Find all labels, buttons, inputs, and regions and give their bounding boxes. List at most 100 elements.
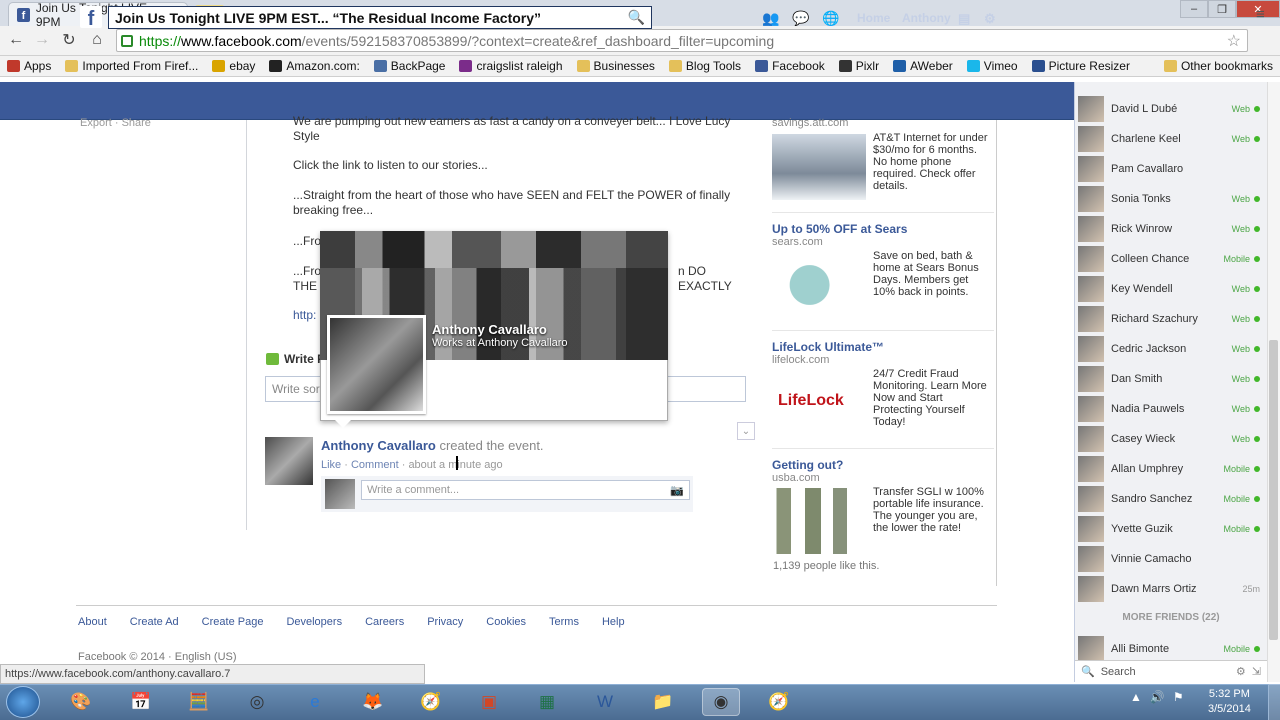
show-hidden-icons-icon[interactable]: ▲ (1130, 690, 1142, 704)
bookmark-item[interactable]: Apps (0, 59, 58, 73)
safari-icon[interactable]: 🧭 (760, 688, 798, 716)
bookmark-item[interactable]: ebay (205, 59, 262, 73)
internet-explorer-icon[interactable]: e (296, 688, 334, 716)
usba-ad-image[interactable] (772, 488, 866, 554)
chat-friend[interactable]: Nadia Pauwels Web (1078, 396, 1264, 422)
chat-friend[interactable]: Dan Smith Web (1078, 366, 1264, 392)
chat-friend[interactable]: Sandro Sanchez Mobile (1078, 486, 1264, 512)
maximize-button[interactable]: ❐ (1208, 0, 1236, 18)
chat-options-gear-icon[interactable]: ⚙ (1236, 665, 1246, 678)
bookmark-item[interactable]: Pixlr (832, 59, 886, 73)
chat-friend[interactable]: Vinnie Camacho (1078, 546, 1264, 572)
media-icon[interactable]: ◎ (238, 688, 276, 716)
chat-friend[interactable]: Sonia Tonks Web (1078, 186, 1264, 212)
chrome-menu-icon[interactable]: ≡ (1256, 6, 1265, 23)
friend-requests-icon[interactable]: 👥 (762, 10, 779, 27)
chat-friend[interactable]: Yvette Guzik Mobile (1078, 516, 1264, 542)
chat-scrollbar-thumb[interactable] (1269, 340, 1278, 640)
sears-ad-title[interactable]: Up to 50% OFF at Sears (772, 222, 994, 236)
att-ad-image[interactable] (772, 134, 866, 200)
start-button[interactable] (6, 686, 40, 718)
camera-icon[interactable]: 📷 (670, 484, 684, 497)
calendar-icon[interactable]: 📅 (122, 688, 160, 716)
bookmark-item[interactable]: Businesses (570, 59, 662, 73)
chat-friend[interactable]: Key Wendell Web (1078, 276, 1264, 302)
bookmark-item[interactable]: Blog Tools (662, 59, 748, 73)
chat-friend[interactable]: Rick Winrow Web (1078, 216, 1264, 242)
usba-ad-text[interactable]: Transfer SGLI w 100% portable life insur… (873, 486, 993, 534)
chat-friend[interactable]: Casey Wieck Web (1078, 426, 1264, 452)
export-share-links[interactable]: Export · Share (80, 117, 151, 129)
footer-link[interactable]: Create Ad (130, 616, 179, 628)
chat-friend[interactable]: Colleen Chance Mobile (1078, 246, 1264, 272)
facebook-logo-icon[interactable]: f (80, 6, 102, 29)
footer-link[interactable]: Careers (365, 616, 404, 628)
powerpoint-icon[interactable]: ▣ (470, 688, 508, 716)
activity-author-link[interactable]: Anthony Cavallaro (321, 438, 436, 453)
chat-search-input[interactable]: 🔍 Search ⚙ ⇲ (1075, 660, 1267, 682)
chat-friend[interactable]: Charlene Keel Web (1078, 126, 1264, 152)
show-desktop-button[interactable] (1268, 684, 1280, 720)
lifelock-ad-text[interactable]: 24/7 Credit Fraud Monitoring. Learn More… (873, 368, 993, 428)
messages-icon[interactable]: 💬 (792, 10, 809, 27)
bookmark-item[interactable]: Facebook (748, 59, 832, 73)
bookmark-item[interactable]: Vimeo (960, 59, 1025, 73)
paint-icon[interactable]: 🎨 (62, 688, 100, 716)
taskbar-clock[interactable]: 5:32 PM 3/5/2014 (1208, 687, 1251, 717)
bookmark-star-icon[interactable]: ☆ (1227, 31, 1241, 51)
lifelock-logo[interactable]: LifeLock (778, 392, 844, 410)
address-bar[interactable]: https://www.facebook.com/events/59215837… (116, 29, 1248, 52)
chevron-down-icon[interactable]: ⌄ (737, 422, 755, 440)
footer-link[interactable]: Privacy (427, 616, 463, 628)
notifications-icon[interactable]: 🌐 (822, 10, 839, 27)
word-icon[interactable]: W (586, 688, 624, 716)
comment-input[interactable]: Write a comment... 📷 (361, 480, 690, 500)
bookmark-item[interactable]: Amazon.com: (262, 59, 366, 73)
home-icon[interactable]: ⌂ (86, 29, 108, 51)
excel-icon[interactable]: ▦ (528, 688, 566, 716)
nav-profile-link[interactable]: Anthony (902, 11, 951, 25)
other-bookmarks-folder[interactable]: Other bookmarks (1157, 59, 1280, 73)
footer-link[interactable]: Help (602, 616, 625, 628)
footer-copyright[interactable]: Facebook © 2014 · English (US) (78, 651, 237, 663)
bookmark-item[interactable]: BackPage (367, 59, 453, 73)
bookmark-item[interactable]: craigslist raleigh (452, 59, 569, 73)
settings-gear-icon[interactable]: ⚙ (984, 11, 996, 27)
footer-link[interactable]: Cookies (486, 616, 526, 628)
volume-icon[interactable]: 🔊 (1150, 690, 1165, 704)
write-post-tab[interactable]: Write P (266, 352, 325, 366)
facebook-search-input[interactable]: Join Us Tonight LIVE 9PM EST... “The Res… (108, 6, 652, 29)
sears-ad-source[interactable]: sears.com (772, 236, 994, 248)
reload-icon[interactable]: ↻ (58, 29, 80, 51)
back-icon[interactable]: ← (5, 29, 27, 51)
footer-link[interactable]: About (78, 616, 107, 628)
chat-friend[interactable]: Allan Umphrey Mobile (1078, 456, 1264, 482)
footer-link[interactable]: Terms (549, 616, 579, 628)
forward-icon[interactable]: → (31, 29, 53, 51)
privacy-shortcuts-icon[interactable]: ▤ (958, 11, 970, 27)
nav-home-link[interactable]: Home (857, 11, 890, 25)
chat-friend[interactable]: Cedric Jackson Web (1078, 336, 1264, 362)
folder-icon[interactable]: 📁 (644, 688, 682, 716)
chat-friend[interactable]: David L Dubé Web (1078, 96, 1264, 122)
lifelock-ad-source[interactable]: lifelock.com (772, 354, 994, 366)
network-icon[interactable]: ⚑ (1173, 690, 1184, 704)
footer-link[interactable]: Create Page (202, 616, 264, 628)
lifelock-ad-title[interactable]: LifeLock Ultimate™ (772, 340, 994, 354)
minimize-button[interactable]: – (1180, 0, 1208, 18)
bookmark-item[interactable]: AWeber (886, 59, 960, 73)
usba-ad-title[interactable]: Getting out? (772, 458, 994, 472)
bookmark-item[interactable]: Imported From Firef... (58, 59, 205, 73)
att-ad-text[interactable]: AT&T Internet for under $30/mo for 6 mon… (873, 132, 993, 192)
usba-likes[interactable]: 1,139 people like this. (773, 560, 879, 572)
safari-icon[interactable]: 🧭 (412, 688, 450, 716)
like-link[interactable]: Like (321, 459, 341, 471)
chat-friend[interactable]: Richard Szachury Web (1078, 306, 1264, 332)
hovercard-profile-photo[interactable] (327, 315, 426, 414)
firefox-icon[interactable]: 🦊 (354, 688, 392, 716)
sears-ad-image[interactable] (772, 252, 866, 318)
chat-friend[interactable]: Pam Cavallaro (1078, 156, 1264, 182)
chrome-icon[interactable]: ◉ (702, 688, 740, 716)
avatar[interactable] (265, 437, 313, 485)
chat-friend[interactable]: Alli Bimonte Mobile (1078, 636, 1264, 662)
